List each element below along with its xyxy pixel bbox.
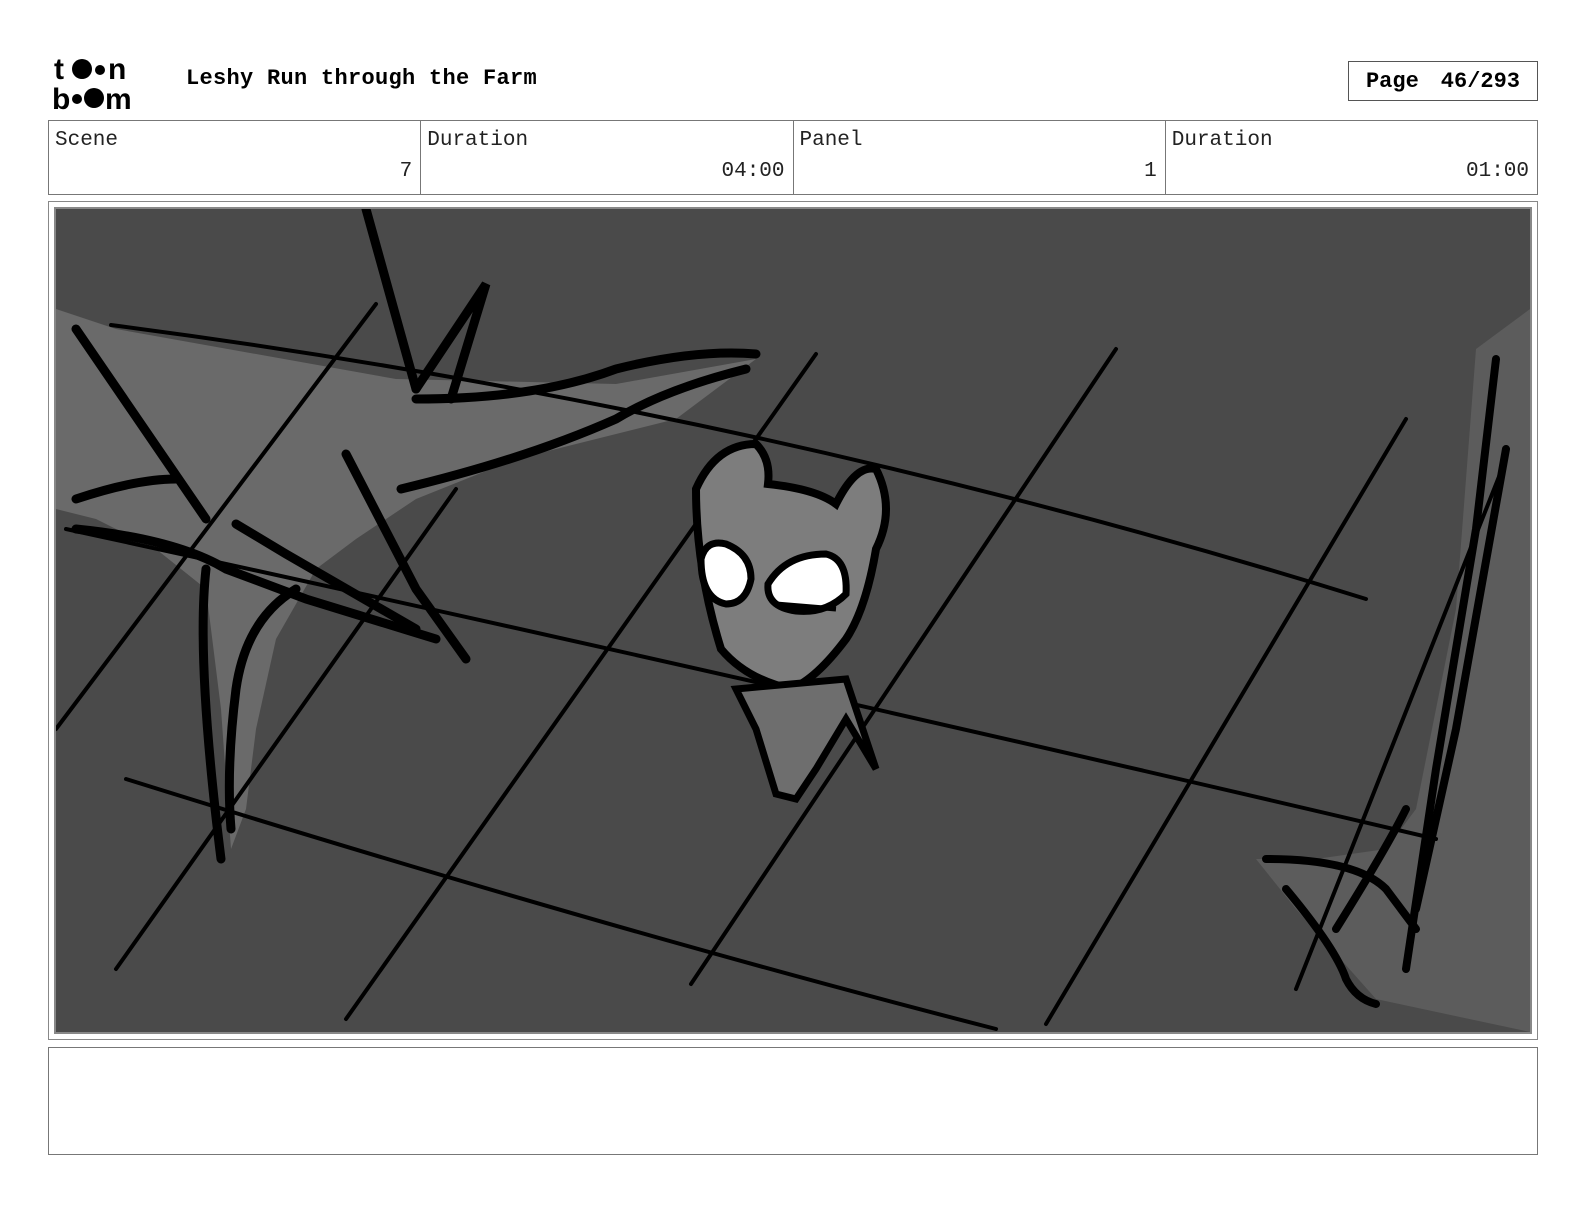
- panel-info-row: Scene 7 Duration 04:00 Panel 1 Duration …: [48, 120, 1538, 195]
- svg-text:n: n: [108, 53, 126, 86]
- scene-label: Scene: [55, 129, 119, 152]
- scene-cell: Scene 7: [49, 121, 422, 194]
- page-indicator: Page 46/293: [1348, 61, 1538, 101]
- panel-cell: Panel 1: [794, 121, 1166, 194]
- svg-text:t: t: [54, 53, 64, 86]
- svg-text:b: b: [52, 83, 70, 112]
- scene-duration-cell: Duration 04:00: [421, 121, 794, 194]
- svg-text:m: m: [105, 83, 132, 112]
- panel-duration-label: Duration: [1171, 129, 1273, 152]
- scene-duration-value: 04:00: [721, 160, 785, 183]
- document-title: Leshy Run through the Farm: [186, 66, 538, 91]
- toonboom-logo: t n b m: [52, 52, 164, 116]
- storyboard-panel-drawing: [54, 207, 1532, 1034]
- panel-notes-box: [48, 1047, 1538, 1155]
- panel-duration-value: 01:00: [1465, 160, 1529, 183]
- scene-duration-label: Duration: [427, 129, 529, 152]
- panel-value: 1: [1144, 160, 1157, 183]
- panel-duration-cell: Duration 01:00: [1166, 121, 1537, 194]
- panel-label: Panel: [799, 129, 863, 152]
- page-label: Page: [1365, 68, 1419, 94]
- scene-value: 7: [399, 160, 413, 183]
- page-number: 46/293: [1440, 68, 1521, 94]
